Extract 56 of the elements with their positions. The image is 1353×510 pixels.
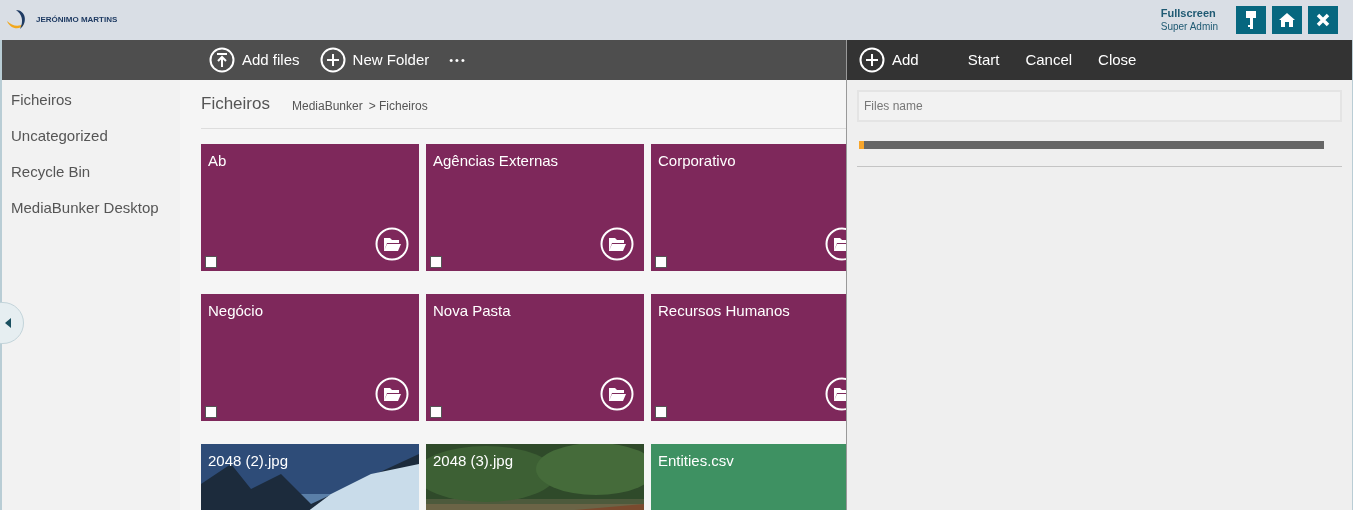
tile-name: Corporativo bbox=[658, 151, 736, 171]
image-tile[interactable]: 2048 (3).jpg bbox=[426, 444, 644, 510]
key-button[interactable] bbox=[1236, 6, 1266, 34]
breadcrumb-link[interactable]: > Ficheiros bbox=[368, 97, 428, 115]
panel-button[interactable]: Start bbox=[967, 48, 1000, 72]
tile-name: Negócio bbox=[208, 301, 264, 321]
plus-icon bbox=[319, 47, 346, 73]
folder-tile[interactable]: Ab bbox=[201, 144, 419, 271]
file-tile[interactable]: Entities.csv bbox=[651, 444, 846, 510]
upload-icon bbox=[209, 47, 235, 73]
user-role: Super Admin bbox=[1160, 20, 1218, 33]
sidebar-item[interactable]: Recycle Bin bbox=[2, 162, 180, 198]
toolbar-button[interactable]: Add files bbox=[209, 47, 300, 73]
close-button[interactable] bbox=[1308, 6, 1338, 34]
folder-tile[interactable]: Negócio bbox=[201, 294, 419, 421]
image-tile[interactable]: 2048 (2).jpg bbox=[201, 444, 419, 510]
logo-text: JERÓNIMO MARTINS bbox=[36, 14, 118, 26]
folder-tile[interactable]: Corporativo bbox=[651, 144, 846, 271]
plus-icon bbox=[859, 47, 885, 73]
more-button[interactable]: ••• bbox=[449, 51, 467, 69]
close-icon bbox=[1316, 13, 1330, 27]
home-icon bbox=[1278, 12, 1296, 28]
folder-tile[interactable]: Recursos Humanos bbox=[651, 294, 846, 421]
user-title: Fullscreen bbox=[1160, 7, 1217, 20]
folder-icon bbox=[600, 227, 634, 261]
toolbar-button[interactable]: New Folder bbox=[319, 47, 430, 73]
caret-icon bbox=[5, 318, 11, 328]
checkbox[interactable] bbox=[655, 256, 667, 268]
page-title: Ficheiros bbox=[201, 92, 270, 115]
sidebar-item[interactable]: MediaBunker Desktop bbox=[2, 198, 180, 234]
folder-icon bbox=[375, 227, 409, 261]
sidebar-item[interactable]: Ficheiros bbox=[2, 90, 180, 126]
key-icon bbox=[1245, 10, 1257, 30]
checkbox[interactable] bbox=[430, 256, 442, 268]
folder-tile[interactable]: Nova Pasta bbox=[426, 294, 644, 421]
folder-tile[interactable]: Agências Externas bbox=[426, 144, 644, 271]
checkbox[interactable] bbox=[205, 406, 217, 418]
folder-icon bbox=[375, 377, 409, 411]
folder-icon bbox=[600, 377, 634, 411]
tile-name: Entities.csv bbox=[658, 451, 734, 471]
panel-button[interactable]: Close bbox=[1098, 48, 1137, 72]
checkbox[interactable] bbox=[205, 256, 217, 268]
checkbox[interactable] bbox=[655, 406, 667, 418]
home-button[interactable] bbox=[1272, 6, 1302, 34]
tile-name: Agências Externas bbox=[433, 151, 559, 171]
tile-name: Nova Pasta bbox=[433, 301, 511, 321]
tile-name: Ab bbox=[208, 151, 227, 171]
checkbox[interactable] bbox=[430, 406, 442, 418]
files-name-field[interactable]: Files name bbox=[857, 90, 1342, 122]
breadcrumb-link[interactable]: MediaBunker bbox=[291, 97, 363, 115]
tile-name: 2048 (3).jpg bbox=[433, 451, 514, 471]
tile-name: 2048 (2).jpg bbox=[208, 451, 289, 471]
panel-button[interactable]: Add bbox=[859, 47, 919, 73]
panel-button[interactable]: Cancel bbox=[1025, 48, 1073, 72]
tile-name: Recursos Humanos bbox=[658, 301, 790, 321]
sidebar-item[interactable]: Uncategorized bbox=[2, 126, 180, 162]
